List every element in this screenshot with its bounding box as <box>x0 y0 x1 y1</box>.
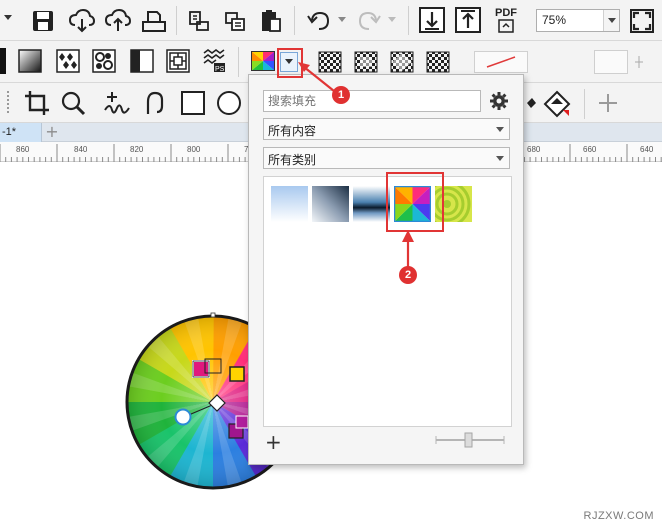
toolbar-separator <box>408 6 409 35</box>
uniform-fill-icon[interactable] <box>0 48 6 74</box>
checker-pattern-icon[interactable] <box>424 50 452 74</box>
zoom-dropdown-icon[interactable] <box>603 10 619 31</box>
toolbar-separator <box>584 89 585 119</box>
ruler-tick-label: 820 <box>130 145 144 154</box>
dropdown-arrow-icon[interactable] <box>4 15 12 21</box>
step2-badge: 2 <box>399 266 417 284</box>
category-filter-select[interactable]: 所有类别 <box>263 147 510 169</box>
publish-pdf-button[interactable]: PDF <box>490 5 522 35</box>
cloud-upload-icon[interactable] <box>104 8 132 34</box>
save-icon[interactable] <box>30 8 56 34</box>
fill-swatch-light-blue[interactable] <box>271 186 308 222</box>
paint-bucket-icon[interactable] <box>524 93 538 113</box>
tool-grip-icon <box>2 89 14 117</box>
import-icon[interactable] <box>186 8 212 34</box>
cloud-download-icon[interactable] <box>68 8 96 34</box>
vector-pattern-icon[interactable] <box>54 48 82 74</box>
print-icon[interactable] <box>140 8 168 34</box>
fill-swatch-steel[interactable] <box>312 186 349 222</box>
checker-pattern-icon[interactable] <box>352 50 380 74</box>
pdf-label: PDF <box>495 7 517 19</box>
thumbnail-size-slider[interactable] <box>434 431 506 449</box>
freehand-tool-icon[interactable] <box>100 89 134 117</box>
chevron-down-icon <box>496 127 504 132</box>
toolbar-separator <box>176 6 177 35</box>
fill-picker-panel: 所有内容 所有类别 <box>248 74 524 465</box>
interactive-fill-icon[interactable] <box>542 89 572 119</box>
zoom-tool-icon[interactable] <box>58 89 88 117</box>
export-icon[interactable] <box>222 8 248 34</box>
gear-icon[interactable] <box>488 90 510 112</box>
fill-swatch-dark-band[interactable] <box>353 186 390 222</box>
content-filter-value: 所有内容 <box>268 124 317 138</box>
category-filter-value: 所有类别 <box>268 153 317 167</box>
ellipse-tool-icon[interactable] <box>214 89 244 117</box>
watermark: RJZXW.COM <box>583 510 654 522</box>
svg-text:PS: PS <box>215 66 225 73</box>
two-color-pattern-icon[interactable] <box>128 48 156 74</box>
fullscreen-icon[interactable] <box>628 7 656 35</box>
outline-color-box[interactable] <box>474 51 528 73</box>
pdf-icon <box>498 19 514 33</box>
add-tab-button[interactable]: + <box>44 124 60 140</box>
redo-dropdown-icon[interactable] <box>388 17 396 23</box>
ruler-tick-label: 800 <box>187 145 201 154</box>
zoom-level-combo[interactable]: 75% <box>536 9 620 32</box>
undo-dropdown-icon[interactable] <box>338 17 346 23</box>
content-filter-select[interactable]: 所有内容 <box>263 118 510 140</box>
ruler-tick-label: 840 <box>74 145 88 154</box>
crop-tool-icon[interactable] <box>22 89 52 117</box>
redo-icon[interactable] <box>354 8 384 34</box>
fill-picker-swatch-icon[interactable] <box>250 50 276 72</box>
fountain-fill-icon[interactable] <box>16 48 44 74</box>
step1-badge: 1 <box>332 86 350 104</box>
clipboard-icon[interactable] <box>258 8 284 34</box>
checker-pattern-icon[interactable] <box>388 50 416 74</box>
undo-icon[interactable] <box>304 8 334 34</box>
no-outline-slash-icon <box>486 56 516 68</box>
ruler-tick-label: 640 <box>640 145 654 154</box>
ruler-tick-label: 860 <box>16 145 30 154</box>
chevron-down-icon <box>496 156 504 161</box>
import-down-icon[interactable] <box>418 6 446 34</box>
spinner-icon[interactable] <box>630 52 648 72</box>
transparency-field[interactable] <box>594 50 628 74</box>
ruler-tick-label: 680 <box>527 145 541 154</box>
texture-fill-icon[interactable] <box>164 48 192 74</box>
main-toolbar: PDF 75% <box>0 0 662 41</box>
postscript-fill-icon[interactable]: PS <box>200 48 228 74</box>
ruler-tick-label: 660 <box>583 145 597 154</box>
step2-highlight-box <box>386 172 444 232</box>
add-fill-button[interactable]: + <box>265 432 282 452</box>
bitmap-pattern-icon[interactable] <box>90 48 118 74</box>
artistic-media-icon[interactable] <box>140 89 170 117</box>
toolbar-separator <box>294 6 295 35</box>
export-up-icon[interactable] <box>454 6 482 34</box>
rectangle-tool-icon[interactable] <box>178 89 208 117</box>
document-tab[interactable]: -1* <box>0 123 42 142</box>
zoom-level-value: 75% <box>542 13 567 27</box>
toolbar-separator <box>238 47 239 77</box>
add-tool-icon[interactable] <box>596 91 620 115</box>
